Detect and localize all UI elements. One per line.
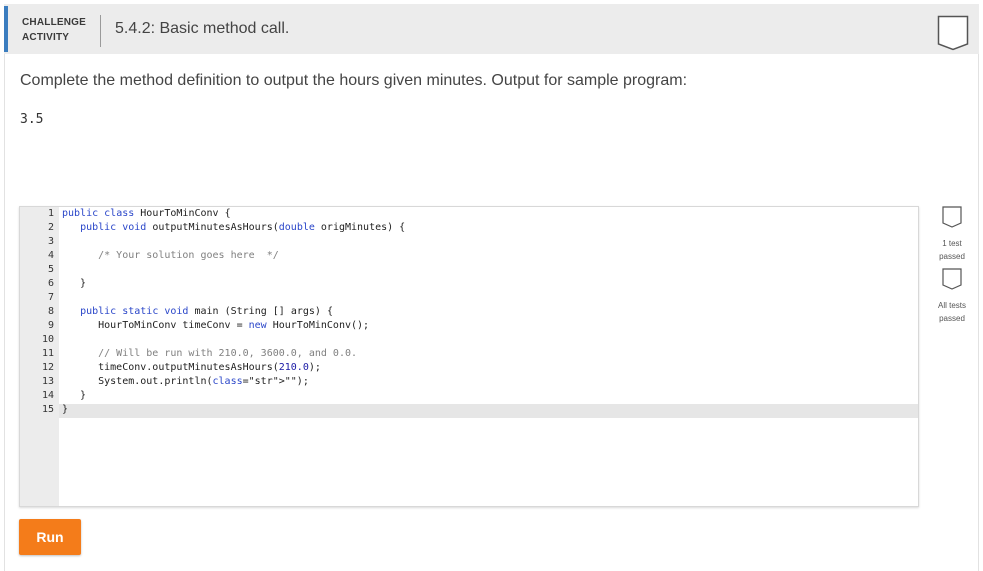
test-status-1-sublabel: passed — [939, 252, 965, 261]
code-text[interactable] — [54, 235, 62, 249]
code-text[interactable]: // Will be run with 210.0, 3600.0, and 0… — [54, 347, 357, 361]
run-button[interactable]: Run — [19, 519, 81, 555]
line-number: 2 — [47, 222, 54, 233]
line-number: 14 — [41, 390, 54, 401]
code-text[interactable]: public void outputMinutesAsHours(double … — [54, 221, 405, 235]
test-status-1: 1 test passed — [930, 206, 974, 263]
line-number: 11 — [41, 348, 54, 359]
code-line[interactable]: 12 timeConv.outputMinutesAsHours(210.0); — [20, 361, 918, 375]
code-line[interactable]: 11 // Will be run with 210.0, 3600.0, an… — [20, 347, 918, 361]
code-line[interactable]: 6 } — [20, 277, 918, 291]
line-number: 3 — [47, 236, 54, 247]
code-text[interactable]: } — [54, 389, 86, 403]
code-line[interactable]: 15} — [20, 403, 918, 417]
code-line[interactable]: 4 /* Your solution goes here */ — [20, 249, 918, 263]
line-number: 9 — [47, 320, 54, 331]
line-number: 13 — [41, 376, 54, 387]
activity-type-line2: ACTIVITY — [22, 32, 70, 43]
code-line[interactable]: 5 — [20, 263, 918, 277]
line-number: 8 — [47, 306, 54, 317]
code-line[interactable]: 14 } — [20, 389, 918, 403]
code-text[interactable]: public static void main (String [] args)… — [54, 305, 333, 319]
test-status-2: All tests passed — [930, 268, 974, 325]
test-status-1-label: 1 test — [942, 239, 962, 248]
header-divider — [100, 15, 101, 47]
code-text[interactable]: } — [54, 277, 86, 291]
line-number: 12 — [41, 362, 54, 373]
code-lines[interactable]: 1 public class HourToMinConv {2 public vo… — [20, 207, 918, 417]
code-text[interactable] — [54, 291, 62, 305]
line-number: 5 — [47, 264, 54, 275]
code-line[interactable]: 8 public static void main (String [] arg… — [20, 305, 918, 319]
code-line[interactable]: 1 public class HourToMinConv { — [20, 207, 918, 221]
line-number: 7 — [47, 292, 54, 303]
activity-header: CHALLENGE ACTIVITY 5.4.2: Basic method c… — [4, 4, 979, 54]
test-status-2-label: All tests — [937, 301, 966, 310]
activity-title: 5.4.2: Basic method call. — [115, 20, 290, 37]
line-number: 15 — [41, 404, 54, 415]
activity-type-label: CHALLENGE ACTIVITY — [22, 15, 86, 45]
activity-type-line1: CHALLENGE — [22, 17, 87, 28]
line-number: 1 — [47, 208, 54, 219]
code-text[interactable]: /* Your solution goes here */ — [54, 249, 279, 263]
checkbox-icon — [942, 206, 962, 228]
code-editor[interactable]: 1 public class HourToMinConv {2 public vo… — [19, 206, 919, 507]
code-text[interactable]: HourToMinConv timeConv = new HourToMinCo… — [54, 319, 369, 333]
code-line[interactable]: 10 — [20, 333, 918, 347]
code-line[interactable]: 7 — [20, 291, 918, 305]
line-number: 4 — [47, 250, 54, 261]
code-line[interactable]: 3 — [20, 235, 918, 249]
bookmark-icon[interactable] — [937, 15, 969, 51]
code-line[interactable]: 13 System.out.println(class="str">""); — [20, 375, 918, 389]
code-line[interactable]: 2 public void outputMinutesAsHours(doubl… — [20, 221, 918, 235]
code-text[interactable]: timeConv.outputMinutesAsHours(210.0); — [54, 361, 321, 375]
code-text[interactable]: } — [54, 403, 68, 417]
prompt-text: Complete the method definition to output… — [20, 72, 688, 89]
checkbox-icon — [942, 268, 962, 290]
line-number: 10 — [41, 334, 54, 345]
line-number: 6 — [47, 278, 54, 289]
sample-output: 3.5 — [20, 112, 44, 127]
code-text[interactable] — [54, 263, 62, 277]
code-text[interactable]: public class HourToMinConv { — [54, 207, 231, 221]
code-text[interactable]: System.out.println(class="str">""); — [54, 375, 309, 389]
test-status-2-sublabel: passed — [939, 314, 965, 323]
code-text[interactable] — [54, 333, 62, 347]
code-line[interactable]: 9 HourToMinConv timeConv = new HourToMin… — [20, 319, 918, 333]
header-accent-bar — [4, 6, 8, 52]
